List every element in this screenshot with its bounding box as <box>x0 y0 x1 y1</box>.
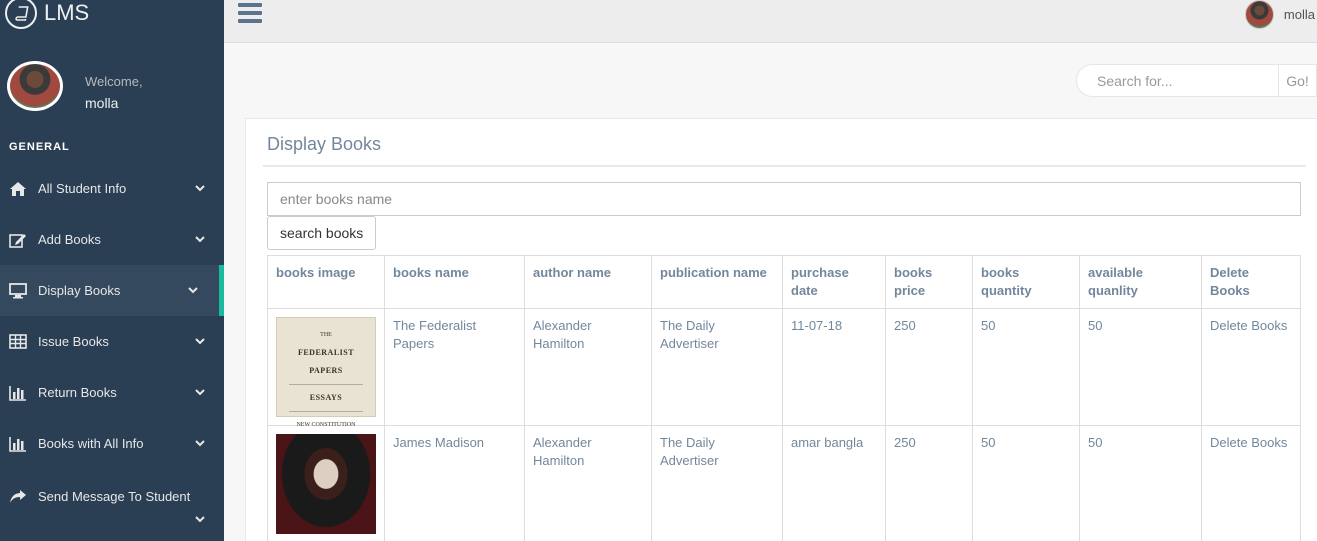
avatar <box>1244 0 1274 29</box>
page-title: Display Books <box>267 134 382 154</box>
sidebar-item-issue-books[interactable]: Issue Books <box>0 316 224 367</box>
sidebar-item-label: Books with All Info <box>38 436 144 451</box>
book-cover-image: THE FEDERALIST PAPERS ESSAYS NEW CONSTIT… <box>276 317 376 444</box>
brand-title: LMS <box>44 0 90 25</box>
sidebar-item-label: Return Books <box>38 385 117 400</box>
quantity-cell: 50 <box>972 308 1080 426</box>
book-cover-image <box>276 434 376 534</box>
chevron-down-icon <box>195 440 205 447</box>
search-books-button[interactable]: search books <box>267 216 377 250</box>
book-name-cell: The Federalist Papers <box>384 308 525 426</box>
chevron-down-icon <box>195 236 205 243</box>
divider <box>263 165 1306 167</box>
column-header: publication name <box>651 255 783 309</box>
welcome-label: Welcome, <box>85 74 143 89</box>
book-icon <box>5 0 37 29</box>
column-header: available quanlity <box>1079 255 1202 309</box>
table-header-row: books image books name author name publi… <box>267 255 1301 309</box>
bar-chart-icon <box>9 385 27 401</box>
avatar <box>7 61 63 111</box>
sidebar-item-label: Display Books <box>38 283 121 298</box>
welcome-user-name: molla <box>85 95 119 111</box>
column-header: Delete Books <box>1201 255 1301 309</box>
brand[interactable]: LMS <box>0 0 224 30</box>
chevron-down-icon <box>195 389 205 396</box>
author-name-cell: Alexander Hamilton <box>524 308 652 426</box>
sidebar-item-label: Send Message To Student <box>38 489 191 504</box>
display-books-panel: Display Books search books books image b… <box>245 118 1317 541</box>
go-button[interactable]: Go! <box>1278 65 1316 96</box>
sidebar-item-add-books[interactable]: Add Books <box>0 214 224 265</box>
sidebar-item-all-student-info[interactable]: All Student Info <box>0 163 224 214</box>
user-menu[interactable]: molla <box>1244 0 1317 29</box>
publication-name-cell: The Daily Advertiser <box>651 308 783 426</box>
table-row: James Madison Alexander Hamilton The Dai… <box>267 425 1301 541</box>
top-nav: molla <box>224 0 1317 43</box>
column-header: books price <box>885 255 973 309</box>
column-header: purchase date <box>782 255 886 309</box>
books-table: books image books name author name publi… <box>267 255 1301 541</box>
book-image-cell <box>267 425 385 541</box>
sidebar: LMS Welcome, molla GENERAL All Student I… <box>0 0 224 541</box>
book-image-cell: THE FEDERALIST PAPERS ESSAYS NEW CONSTIT… <box>267 308 385 444</box>
column-header: author name <box>524 255 652 309</box>
profile: Welcome, molla <box>7 61 143 111</box>
share-icon <box>9 489 27 505</box>
section-title: GENERAL <box>9 141 70 153</box>
top-user-name: molla <box>1283 7 1315 22</box>
sidebar-item-label: Add Books <box>38 232 101 247</box>
purchase-date-cell: amar bangla <box>782 425 886 541</box>
delete-books-link[interactable]: Delete Books <box>1201 425 1301 541</box>
price-cell: 250 <box>885 308 973 426</box>
book-name-cell: James Madison <box>384 425 525 541</box>
sidebar-item-display-books[interactable]: Display Books <box>0 265 224 316</box>
publication-name-cell: The Daily Advertiser <box>651 425 783 541</box>
available-cell: 50 <box>1079 425 1202 541</box>
quantity-cell: 50 <box>972 425 1080 541</box>
chevron-down-icon <box>195 516 205 523</box>
sidebar-item-send-message[interactable]: Send Message To Student <box>0 469 224 529</box>
menu-toggle-icon[interactable] <box>238 3 262 25</box>
delete-books-link[interactable]: Delete Books <box>1201 308 1301 426</box>
column-header: books quantity <box>972 255 1080 309</box>
table-row: THE FEDERALIST PAPERS ESSAYS NEW CONSTIT… <box>267 308 1301 444</box>
column-header: books name <box>384 255 525 309</box>
chevron-down-icon <box>188 287 198 294</box>
column-header: books image <box>267 255 385 309</box>
chevron-down-icon <box>195 338 205 345</box>
table-icon <box>9 333 27 350</box>
book-search-input[interactable] <box>267 182 1301 216</box>
bar-chart-icon <box>9 436 27 452</box>
sidebar-nav: All Student Info Add Books Display Books… <box>0 163 224 529</box>
sidebar-item-label: All Student Info <box>38 181 127 196</box>
chevron-down-icon <box>195 185 205 192</box>
desktop-icon <box>9 282 27 299</box>
home-icon <box>9 181 27 197</box>
top-search: Go! <box>1076 64 1317 97</box>
available-cell: 50 <box>1079 308 1202 426</box>
purchase-date-cell: 11-07-18 <box>782 308 886 426</box>
sidebar-item-books-with-all-info[interactable]: Books with All Info <box>0 418 224 469</box>
sidebar-item-return-books[interactable]: Return Books <box>0 367 224 418</box>
author-name-cell: Alexander Hamilton <box>524 425 652 541</box>
search-input[interactable] <box>1077 65 1278 96</box>
edit-icon <box>9 232 27 248</box>
sidebar-item-label: Issue Books <box>38 334 109 349</box>
price-cell: 250 <box>885 425 973 541</box>
